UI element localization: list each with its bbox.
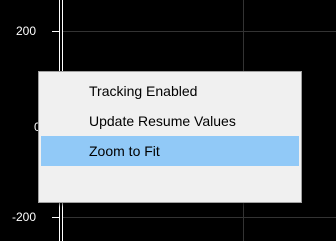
- y-tick-label-200: 200: [16, 24, 37, 38]
- grid-line-horizontal: [62, 31, 336, 32]
- menu-item-zoom-to-fit[interactable]: Zoom to Fit: [41, 136, 299, 166]
- y-tick-label-neg200: -200: [12, 210, 37, 224]
- menu-item-update-resume-values[interactable]: Update Resume Values: [41, 106, 299, 136]
- menu-item-tracking-enabled[interactable]: Tracking Enabled: [41, 76, 299, 106]
- context-menu: Tracking Enabled Update Resume Values Zo…: [38, 71, 302, 203]
- grid-line-horizontal: [62, 217, 336, 218]
- y-tick-mark: [52, 31, 59, 32]
- y-tick-mark: [52, 217, 59, 218]
